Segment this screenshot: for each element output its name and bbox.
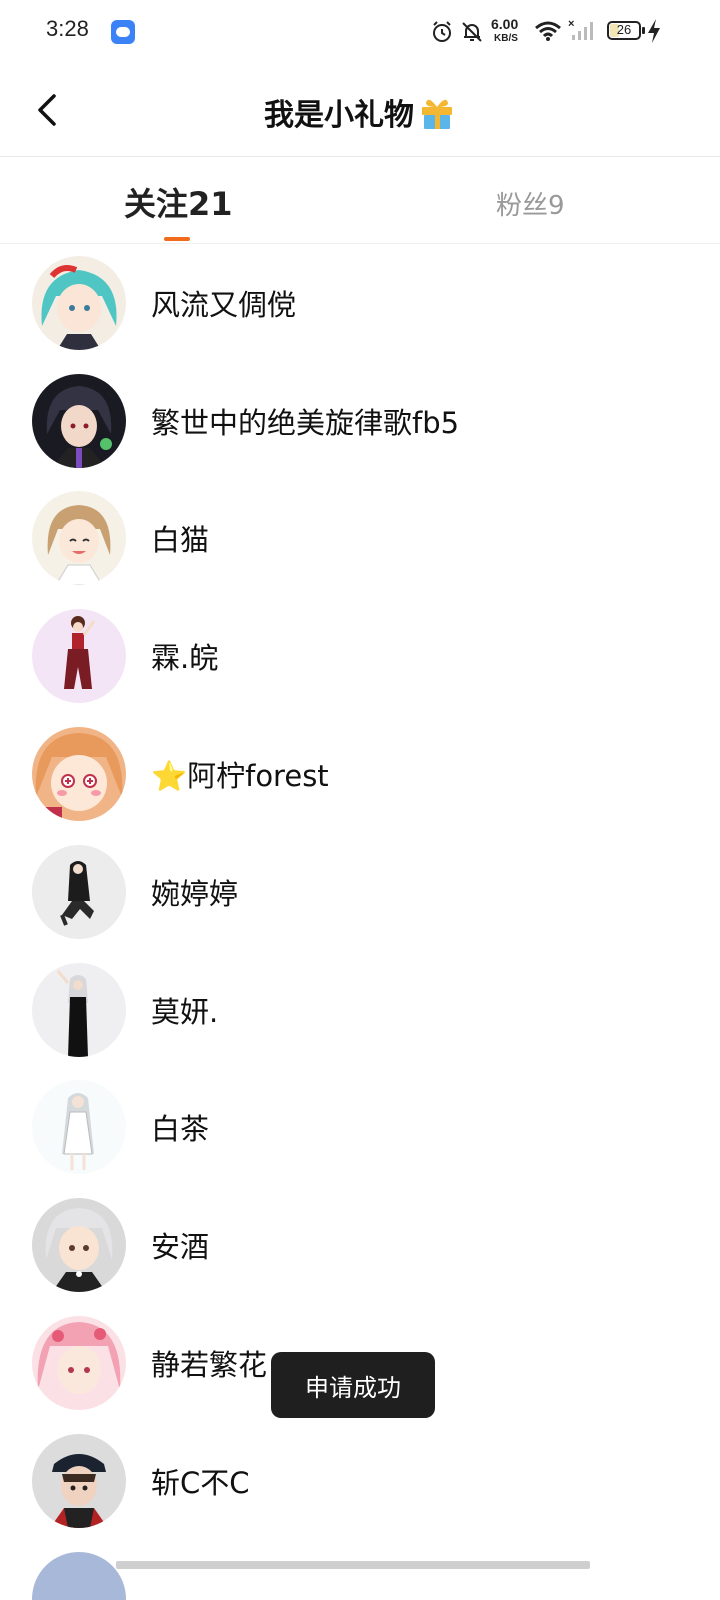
status-bar: 3:28 6.00 KB/S × 26	[0, 0, 720, 64]
list-item[interactable]: 白茶	[0, 1069, 720, 1187]
avatar[interactable]	[32, 1198, 126, 1293]
list-item[interactable]: 莫妍.	[0, 951, 720, 1069]
user-name[interactable]: 静若繁花	[151, 1342, 267, 1384]
app-notification-icon	[111, 20, 135, 44]
follow-list-screen: 3:28 6.00 KB/S × 26 我是小礼物 关注21 粉丝9 风流又倜傥…	[0, 0, 720, 1600]
tab-following[interactable]: 关注21	[124, 179, 233, 225]
avatar[interactable]	[32, 373, 126, 468]
user-name[interactable]: 白茶	[151, 1106, 209, 1148]
user-name[interactable]: 白猫	[151, 517, 209, 559]
alarm-icon	[433, 21, 451, 42]
avatar[interactable]	[32, 1316, 126, 1411]
avatar[interactable]	[32, 1080, 126, 1175]
mute-bell-icon	[462, 22, 482, 42]
svg-text:×: ×	[568, 18, 574, 30]
user-name[interactable]: 安酒	[151, 1224, 209, 1266]
user-name[interactable]: 婉婷婷	[151, 871, 238, 913]
user-name[interactable]: 莫妍.	[151, 989, 218, 1031]
tab-bar: 关注21 粉丝9	[0, 157, 720, 244]
user-name[interactable]: 霖.皖	[151, 635, 218, 677]
avatar[interactable]	[32, 844, 126, 939]
user-name[interactable]: 斩C不C	[151, 1460, 250, 1502]
page-title-text: 我是小礼物	[264, 98, 414, 133]
list-item[interactable]: 斩C不C	[0, 1422, 720, 1540]
battery-level: 26	[616, 22, 632, 37]
tab-fans[interactable]: 粉丝9	[496, 185, 565, 222]
toast-message: 申请成功	[271, 1352, 435, 1418]
wifi-icon	[535, 21, 561, 41]
avatar[interactable]	[32, 255, 126, 350]
list-item[interactable]: 婉婷婷	[0, 833, 720, 951]
user-name[interactable]: 繁世中的绝美旋律歌fb5	[151, 400, 459, 442]
bottom-bar	[116, 1561, 590, 1569]
status-time: 3:28	[46, 16, 89, 41]
avatar[interactable]	[32, 609, 126, 704]
avatar[interactable]	[32, 491, 126, 586]
list-item[interactable]: 繁世中的绝美旋律歌fb5	[0, 362, 720, 480]
list-item[interactable]: 风流又倜傥	[0, 244, 720, 362]
avatar[interactable]	[32, 727, 126, 822]
list-item[interactable]: 白猫	[0, 480, 720, 598]
header: 我是小礼物	[0, 64, 720, 157]
charging-icon	[648, 19, 660, 43]
signal-icon: ×	[568, 18, 593, 40]
battery-icon: 26	[607, 21, 641, 40]
avatar[interactable]	[32, 1433, 126, 1528]
list-item[interactable]: 霖.皖	[0, 597, 720, 715]
avatar	[32, 1552, 126, 1600]
active-tab-indicator	[164, 237, 190, 241]
page-title: 我是小礼物	[0, 90, 720, 134]
following-list: 风流又倜傥 繁世中的绝美旋律歌fb5 白猫 霖.皖 ⭐阿柠forest 婉婷婷 …	[0, 244, 720, 1540]
avatar[interactable]	[32, 962, 126, 1057]
network-speed: 6.00	[491, 16, 519, 32]
user-name[interactable]: 风流又倜傥	[151, 282, 296, 324]
gift-icon	[422, 99, 452, 129]
list-item[interactable]: 安酒	[0, 1186, 720, 1304]
list-item[interactable]: ⭐阿柠forest	[0, 715, 720, 833]
user-name[interactable]: ⭐阿柠forest	[151, 753, 329, 795]
network-speed-unit: KB/S	[494, 33, 518, 44]
